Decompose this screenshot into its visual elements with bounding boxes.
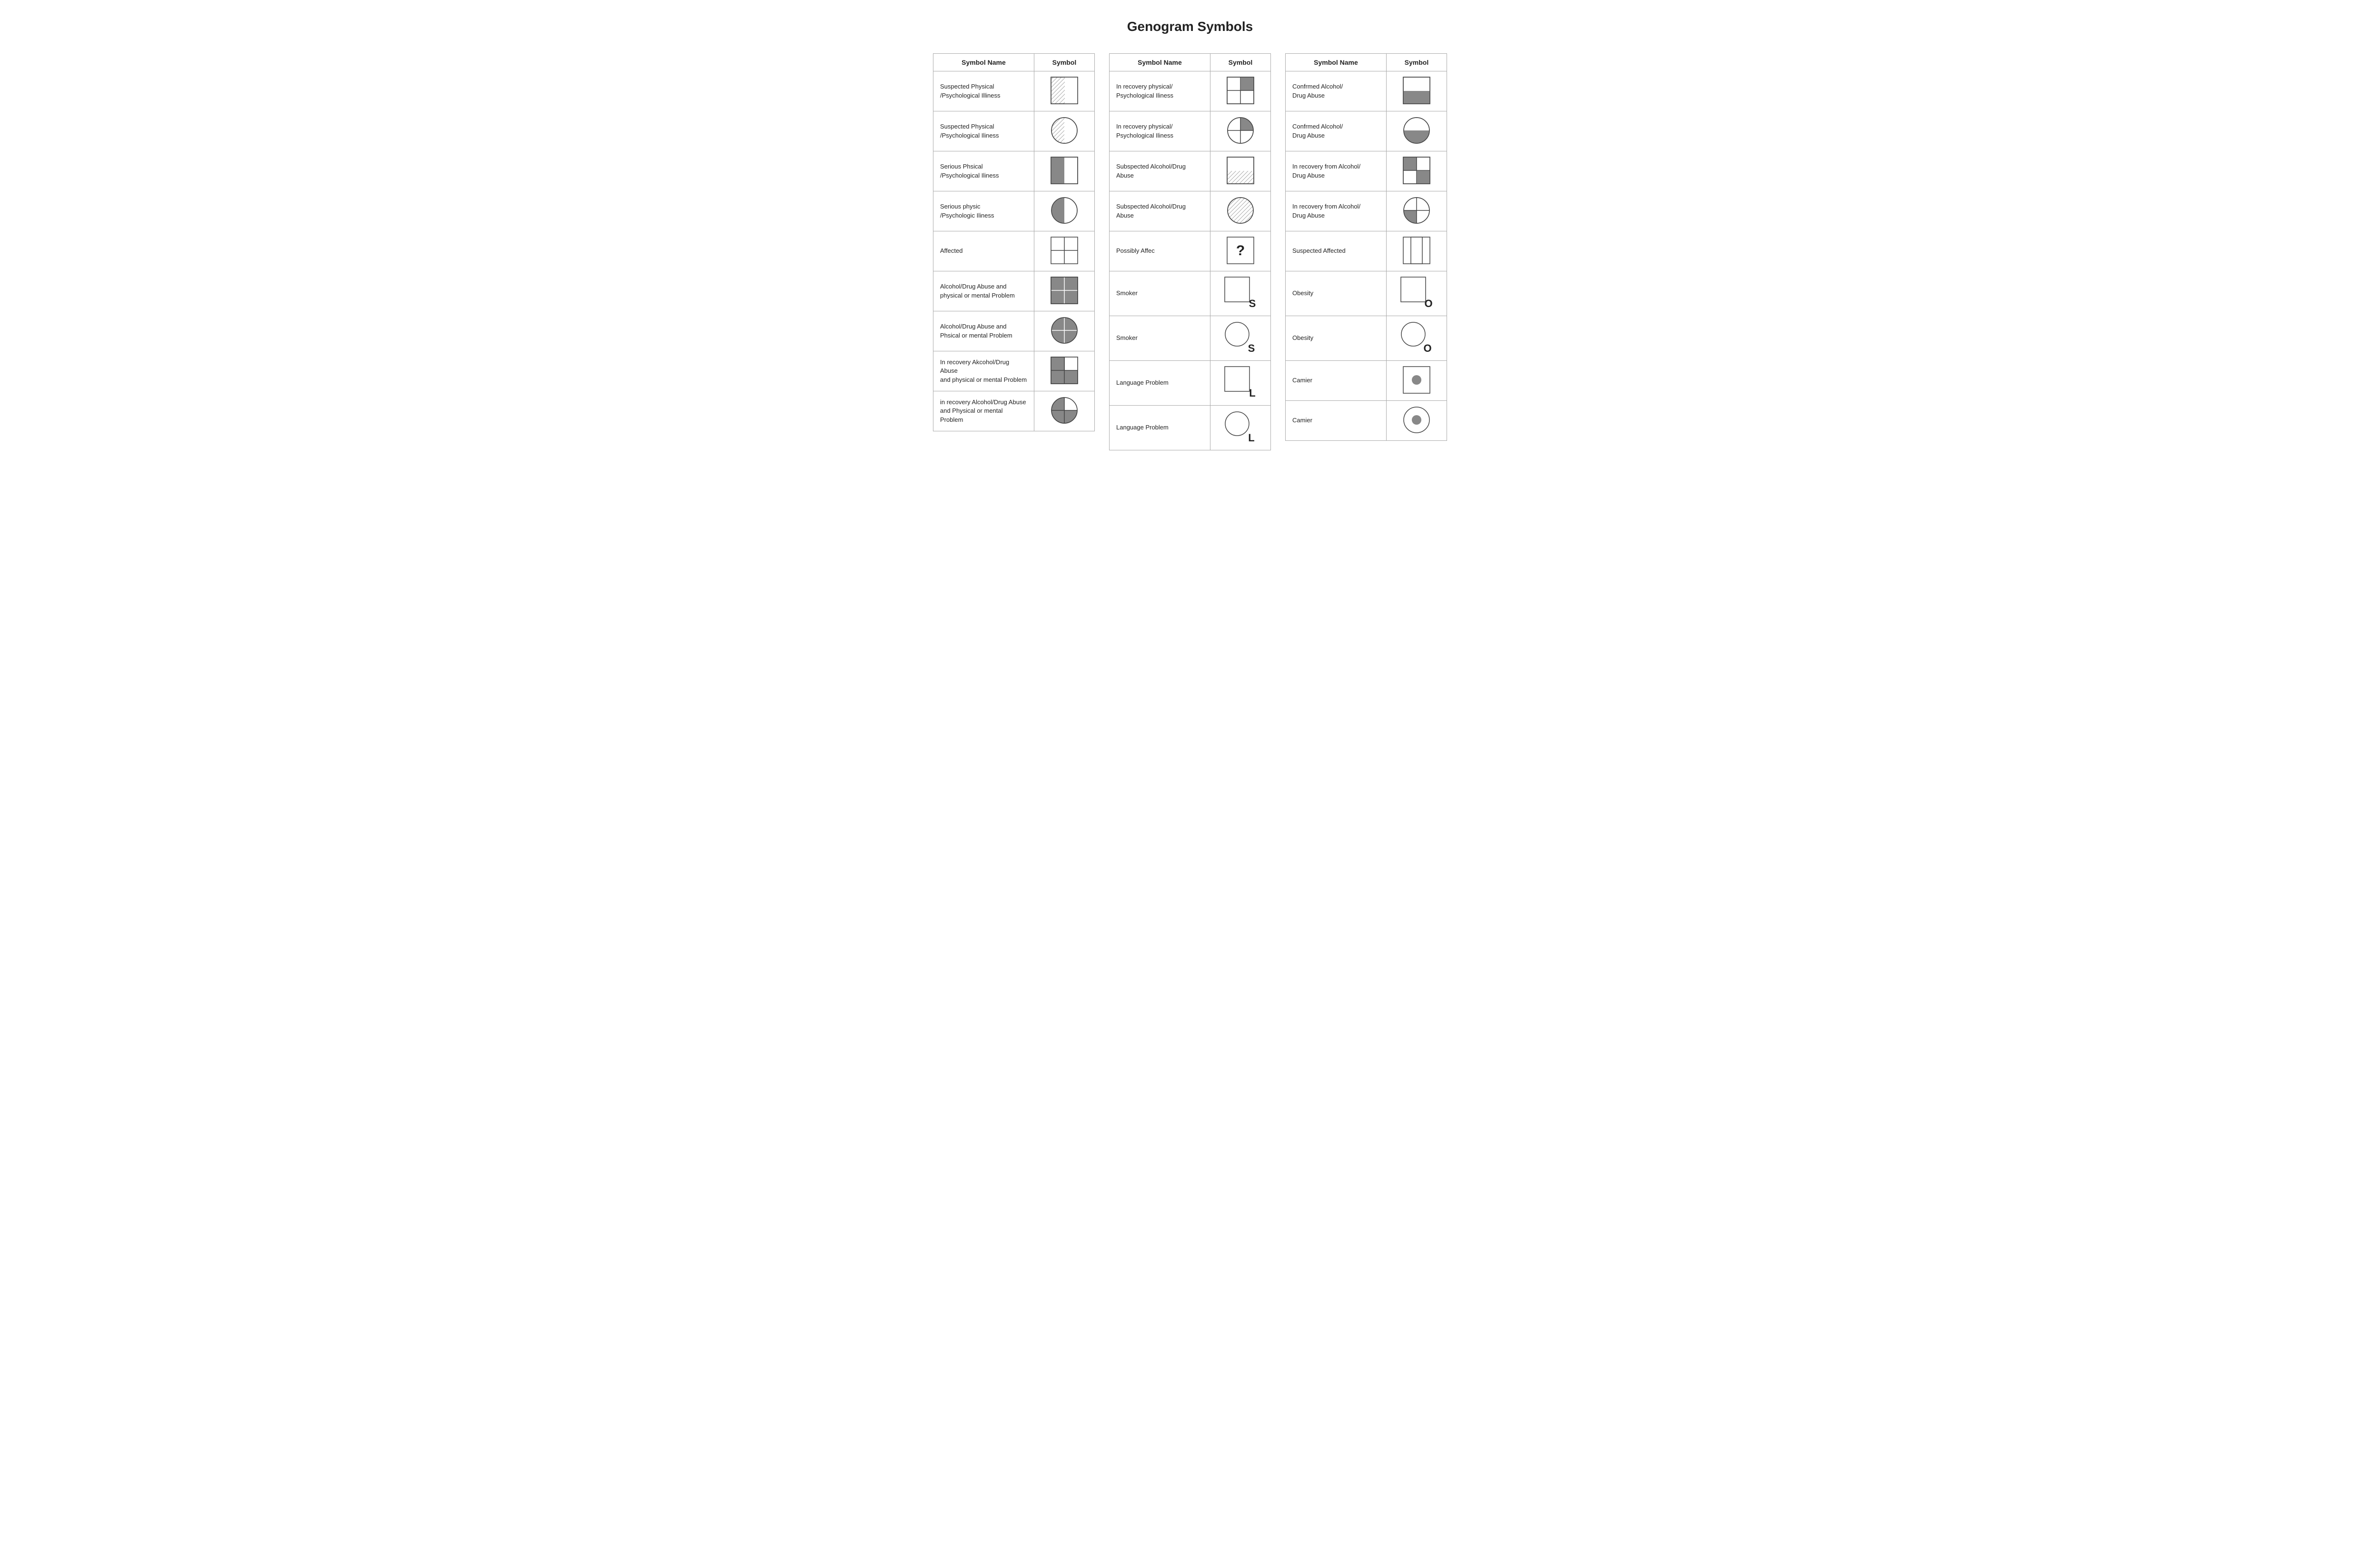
table-row: Obesity O — [1286, 316, 1447, 361]
row-name: Suspected Physical/Psychological Illines… — [933, 71, 1034, 111]
table-row: Suspected Physical/Psychological Iliness — [933, 111, 1095, 151]
row-symbol: O — [1386, 316, 1447, 361]
table-row: Smoker S — [1110, 271, 1271, 316]
row-symbol — [1386, 151, 1447, 191]
table-row: Confrmed Alcohol/Drug Abuse — [1286, 71, 1447, 111]
row-name: Language Problem — [1110, 406, 1210, 450]
row-symbol — [1034, 231, 1094, 271]
table-3: Symbol Name Symbol Confrmed Alcohol/Drug… — [1285, 53, 1447, 441]
table-row: Subspected Alcohol/DrugAbuse — [1110, 151, 1271, 191]
table-row: In recovery physical/Psychological Iline… — [1110, 71, 1271, 111]
svg-text:S: S — [1249, 298, 1256, 309]
row-symbol — [1034, 271, 1094, 311]
table2-header-symbol: Symbol — [1210, 54, 1270, 71]
row-name: In recovery physical/Psychological Iline… — [1110, 71, 1210, 111]
row-symbol — [1386, 361, 1447, 401]
row-name: in recovery Alcohol/Drug Abuseand Physic… — [933, 391, 1034, 431]
table1-header-name: Symbol Name — [933, 54, 1034, 71]
table-1: Symbol Name Symbol Suspected Physical/Ps… — [933, 53, 1095, 431]
table-row: Serious physic/Psychologic Iliness — [933, 191, 1095, 231]
table-row: In recovery Akcohol/Drug Abuseand physic… — [933, 351, 1095, 391]
row-name: Smoker — [1110, 271, 1210, 316]
row-name: In recovery from Alcohol/Drug Abuse — [1286, 191, 1387, 231]
table-row: Confrmed Alcohol/Drug Abuse — [1286, 111, 1447, 151]
row-symbol — [1386, 191, 1447, 231]
row-symbol — [1386, 71, 1447, 111]
row-name: Affected — [933, 231, 1034, 271]
row-name: Camier — [1286, 401, 1387, 441]
table-row: Suspected Physical/Psychological Illines… — [933, 71, 1095, 111]
row-name: Serious physic/Psychologic Iliness — [933, 191, 1034, 231]
row-symbol — [1210, 111, 1270, 151]
row-symbol — [1034, 151, 1094, 191]
row-name: Serious Phsical/Psychological Iliness — [933, 151, 1034, 191]
tables-container: Symbol Name Symbol Suspected Physical/Ps… — [29, 53, 2351, 450]
table-row: Affected — [933, 231, 1095, 271]
row-symbol — [1210, 151, 1270, 191]
row-name: In recovery from Alcohol/Drug Abuse — [1286, 151, 1387, 191]
svg-text:S: S — [1248, 342, 1255, 354]
row-name: Suspected Physical/Psychological Iliness — [933, 111, 1034, 151]
svg-text:L: L — [1248, 432, 1254, 444]
row-name: Subspected Alcohol/DrugAbuse — [1110, 151, 1210, 191]
row-name: Alcohol/Drug Abuse andphysical or mental… — [933, 271, 1034, 311]
row-symbol: L — [1210, 406, 1270, 450]
table-2: Symbol Name Symbol In recovery physical/… — [1109, 53, 1271, 450]
row-symbol — [1210, 191, 1270, 231]
row-name: In recovery Akcohol/Drug Abuseand physic… — [933, 351, 1034, 391]
row-symbol — [1034, 311, 1094, 351]
table-row: Suspected Affected — [1286, 231, 1447, 271]
table2-header-name: Symbol Name — [1110, 54, 1210, 71]
row-name: Possibly Affec — [1110, 231, 1210, 271]
row-symbol — [1210, 71, 1270, 111]
table-row: Camier — [1286, 361, 1447, 401]
row-symbol — [1034, 111, 1094, 151]
row-name: In recovery physical/Psychological Iline… — [1110, 111, 1210, 151]
table-row: in recovery Alcohol/Drug Abuseand Physic… — [933, 391, 1095, 431]
row-name: Confrmed Alcohol/Drug Abuse — [1286, 71, 1387, 111]
row-name: Smoker — [1110, 316, 1210, 361]
row-symbol: S — [1210, 271, 1270, 316]
row-symbol — [1034, 391, 1094, 431]
row-symbol — [1034, 191, 1094, 231]
row-symbol — [1034, 351, 1094, 391]
table3-header-name: Symbol Name — [1286, 54, 1387, 71]
table-row: Camier — [1286, 401, 1447, 441]
row-name: Confrmed Alcohol/Drug Abuse — [1286, 111, 1387, 151]
table-row: Obesity O — [1286, 271, 1447, 316]
table-row: Smoker S — [1110, 316, 1271, 361]
table-row: Alcohol/Drug Abuse andphysical or mental… — [933, 271, 1095, 311]
table-row: In recovery from Alcohol/Drug Abuse — [1286, 191, 1447, 231]
row-symbol — [1386, 401, 1447, 441]
svg-text:L: L — [1249, 387, 1255, 399]
row-name: Language Problem — [1110, 361, 1210, 406]
table-row: Language Problem L — [1110, 406, 1271, 450]
row-symbol — [1034, 71, 1094, 111]
table-row: In recovery physical/Psychological Iline… — [1110, 111, 1271, 151]
row-symbol: ? — [1210, 231, 1270, 271]
row-name: Obesity — [1286, 271, 1387, 316]
row-name: Alcohol/Drug Abuse andPhsical or mental … — [933, 311, 1034, 351]
page-title: Genogram Symbols — [29, 19, 2351, 34]
table-row: In recovery from Alcohol/Drug Abuse — [1286, 151, 1447, 191]
row-name: Obesity — [1286, 316, 1387, 361]
row-symbol — [1386, 111, 1447, 151]
row-name: Suspected Affected — [1286, 231, 1387, 271]
row-symbol: L — [1210, 361, 1270, 406]
table-row: Alcohol/Drug Abuse andPhsical or mental … — [933, 311, 1095, 351]
row-name: Subspected Alcohol/DrugAbuse — [1110, 191, 1210, 231]
table-row: Possibly Affec ? — [1110, 231, 1271, 271]
row-symbol: S — [1210, 316, 1270, 361]
row-name: Camier — [1286, 361, 1387, 401]
table-row: Subspected Alcohol/DrugAbuse — [1110, 191, 1271, 231]
svg-text:O: O — [1424, 298, 1432, 309]
table3-header-symbol: Symbol — [1386, 54, 1447, 71]
table-row: Language Problem L — [1110, 361, 1271, 406]
row-symbol: O — [1386, 271, 1447, 316]
svg-text:?: ? — [1236, 243, 1245, 259]
row-symbol — [1386, 231, 1447, 271]
svg-text:O: O — [1423, 342, 1431, 354]
table-row: Serious Phsical/Psychological Iliness — [933, 151, 1095, 191]
table1-header-symbol: Symbol — [1034, 54, 1094, 71]
